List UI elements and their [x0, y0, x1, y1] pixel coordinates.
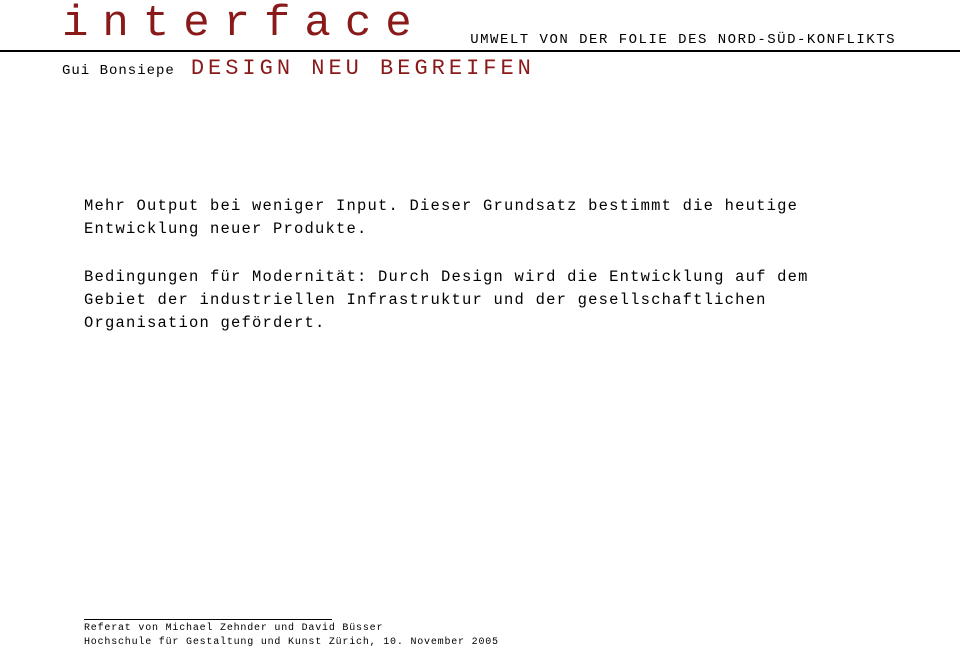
- author-name: Gui Bonsiepe: [62, 63, 175, 79]
- header: interface Gui Bonsiepe DESIGN NEU BEGREI…: [0, 0, 960, 81]
- footer: Referat von Michael Zehnder und David Bü…: [84, 619, 499, 649]
- footer-line-2: Hochschule für Gestaltung und Kunst Züri…: [84, 636, 499, 650]
- book-subtitle: DESIGN NEU BEGREIFEN: [191, 56, 535, 81]
- footer-line-1: Referat von Michael Zehnder und David Bü…: [84, 622, 499, 636]
- header-rule: [0, 50, 960, 52]
- body-text: Mehr Output bei weniger Input. Dieser Gr…: [84, 195, 854, 359]
- paragraph-1: Mehr Output bei weniger Input. Dieser Gr…: [84, 195, 854, 242]
- paragraph-2: Bedingungen für Modernität: Durch Design…: [84, 266, 854, 336]
- page: interface Gui Bonsiepe DESIGN NEU BEGREI…: [0, 0, 960, 657]
- subhead-row: Gui Bonsiepe DESIGN NEU BEGREIFEN: [0, 56, 960, 81]
- footer-rule: [84, 619, 332, 620]
- section-title: UMWELT VON DER FOLIE DES NORD-SÜD-KONFLI…: [470, 32, 896, 48]
